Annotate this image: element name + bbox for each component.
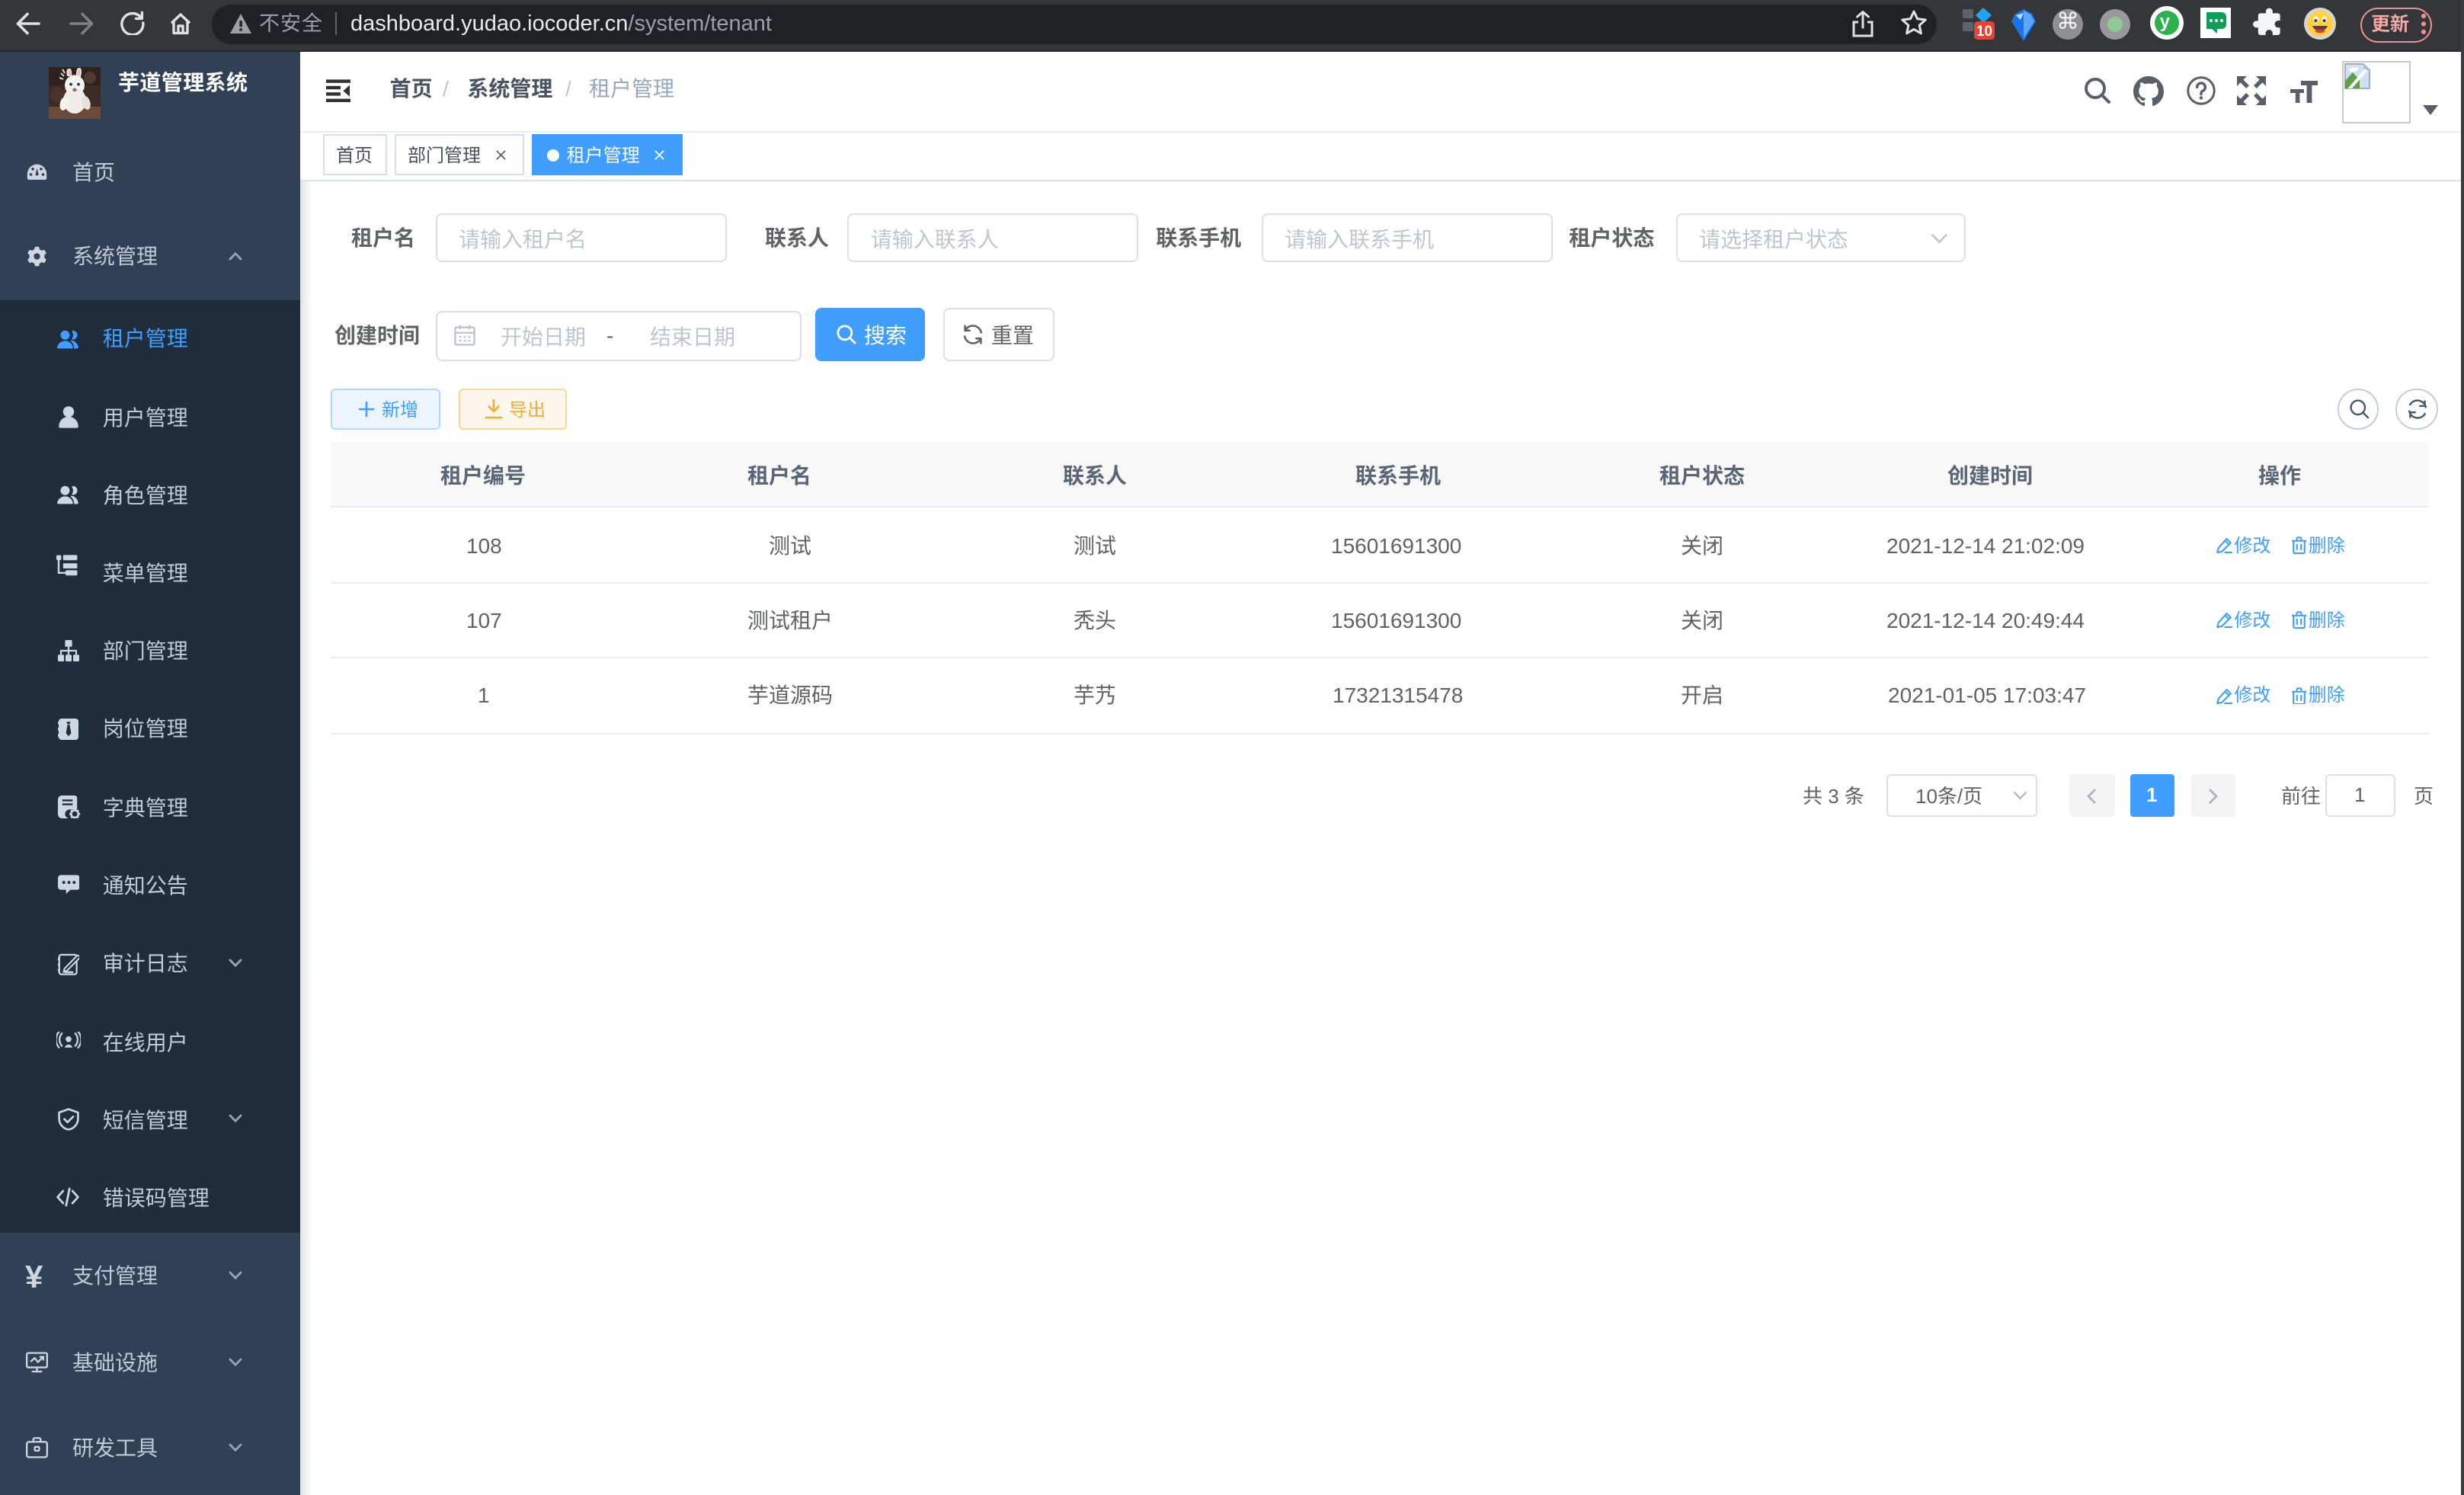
svg-text:10: 10 bbox=[1976, 24, 1992, 40]
